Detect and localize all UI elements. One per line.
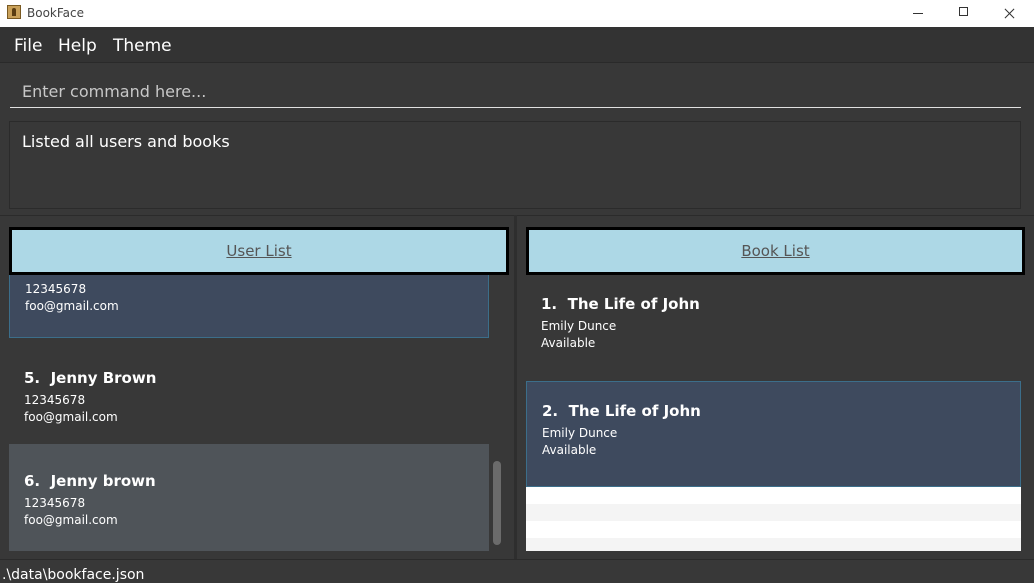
maximize-icon[interactable] — [941, 0, 987, 27]
empty-row — [526, 521, 1021, 538]
empty-row — [526, 504, 1021, 521]
book-author: Emily Dunce — [541, 319, 617, 333]
user-name: 6. Jenny brown — [24, 472, 156, 490]
menu-bar: File Help Theme — [0, 27, 1034, 63]
user-name: 5. Jenny Brown — [24, 369, 157, 387]
book-title: 2. The Life of John — [542, 402, 701, 420]
command-input[interactable] — [10, 75, 1021, 108]
book-list-header: Book List — [526, 227, 1025, 275]
book-author: Emily Dunce — [542, 426, 618, 440]
user-list-header: User List — [9, 227, 509, 275]
book-status: Available — [541, 336, 596, 350]
result-message: Listed all users and books — [22, 132, 230, 151]
empty-row — [526, 487, 1021, 504]
menu-help[interactable]: Help — [58, 36, 97, 56]
result-display: Listed all users and books — [9, 121, 1021, 209]
user-card[interactable]: 6. Jenny brown 12345678 foo@gmail.com — [9, 444, 489, 551]
empty-row — [526, 538, 1021, 551]
scrollbar-thumb[interactable] — [493, 461, 501, 545]
user-phone: 12345678 — [25, 282, 87, 296]
user-phone: 12345678 — [24, 393, 86, 407]
user-card[interactable]: 5. Jenny Brown 12345678 foo@gmail.com — [9, 339, 489, 444]
book-card[interactable]: 1. The Life of John Emily Dunce Availabl… — [526, 275, 1021, 381]
title-bar: BookFace — [0, 0, 1034, 27]
window-title: BookFace — [27, 6, 84, 20]
user-card-partial[interactable]: 12345678 foo@gmail.com — [9, 275, 489, 338]
user-list-panel: User List 12345678 foo@gmail.com 5. Jenn… — [0, 215, 514, 560]
menu-file[interactable]: File — [14, 36, 42, 56]
user-list[interactable]: 12345678 foo@gmail.com 5. Jenny Brown 12… — [9, 275, 489, 551]
user-phone: 12345678 — [24, 496, 86, 510]
close-icon[interactable] — [987, 0, 1033, 27]
book-title: 1. The Life of John — [541, 295, 700, 313]
status-bar: .\data\bookface.json — [0, 559, 1034, 583]
user-list-scrollbar[interactable] — [489, 275, 505, 551]
book-card[interactable]: 2. The Life of John Emily Dunce Availabl… — [526, 381, 1021, 487]
minimize-icon[interactable] — [895, 0, 941, 27]
user-email: foo@gmail.com — [25, 299, 119, 313]
command-area — [0, 63, 1034, 115]
user-email: foo@gmail.com — [24, 410, 118, 424]
app-icon — [7, 5, 21, 19]
menu-theme[interactable]: Theme — [113, 36, 172, 56]
user-email: foo@gmail.com — [24, 513, 118, 527]
book-list-panel: Book List 1. The Life of John Emily Dunc… — [517, 215, 1034, 560]
book-list[interactable]: 1. The Life of John Emily Dunce Availabl… — [526, 275, 1021, 551]
data-file-path: .\data\bookface.json — [2, 567, 145, 583]
book-status: Available — [542, 443, 597, 457]
